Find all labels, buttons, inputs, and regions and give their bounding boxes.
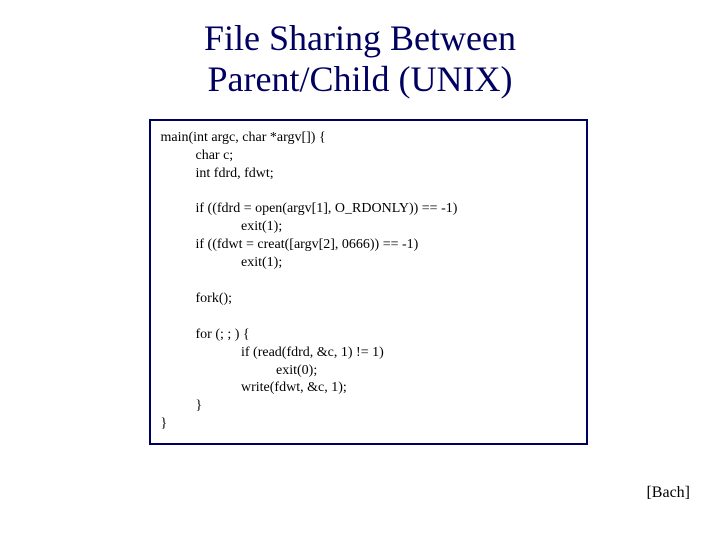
- code-box: main(int argc, char *argv[]) { char c; i…: [149, 119, 588, 445]
- slide-title: File Sharing Between Parent/Child (UNIX): [0, 18, 720, 101]
- title-line-1: File Sharing Between: [204, 18, 516, 58]
- attribution: [Bach]: [646, 484, 690, 502]
- code-content: main(int argc, char *argv[]) { char c; i…: [161, 129, 576, 433]
- title-line-2: Parent/Child (UNIX): [208, 59, 513, 99]
